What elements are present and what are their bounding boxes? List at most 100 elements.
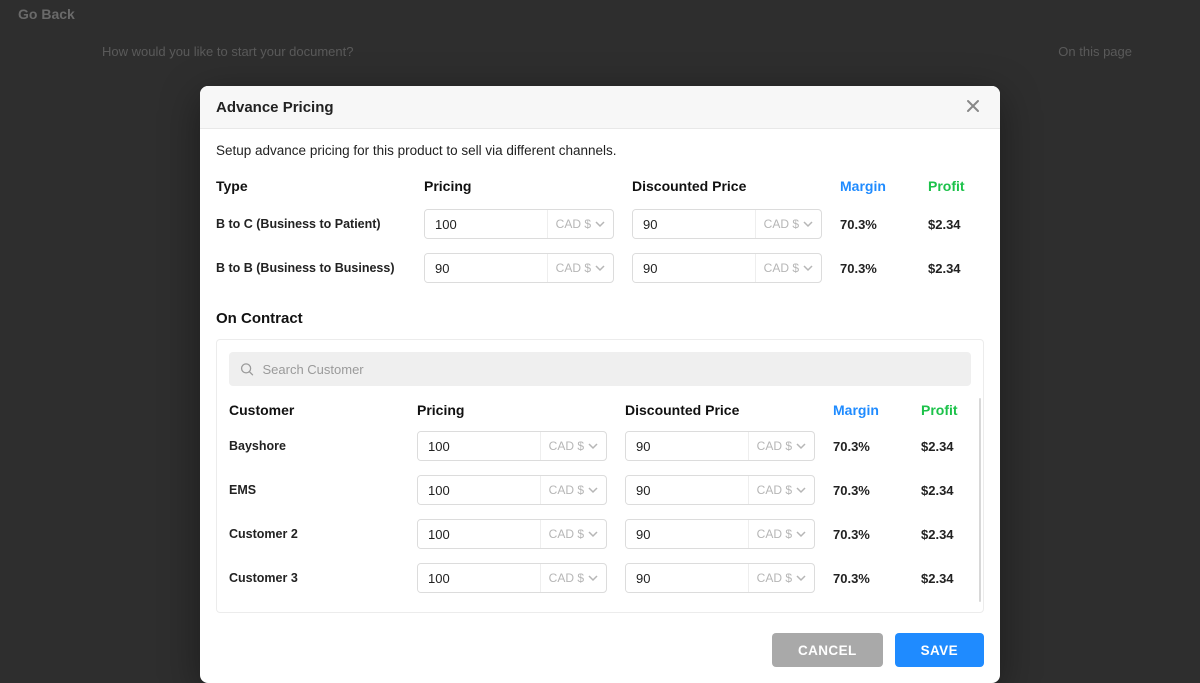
customer-label: Customer 3 [229, 564, 399, 592]
currency-select[interactable]: CAD $ [540, 520, 606, 548]
chevron-down-icon [588, 441, 598, 451]
margin-value: 70.3% [840, 210, 910, 239]
customer-search[interactable] [229, 352, 971, 386]
col-discounted: Discounted Price [632, 178, 822, 202]
currency-label: CAD $ [556, 261, 591, 275]
modal-title: Advance Pricing [216, 99, 334, 116]
currency-select[interactable]: CAD $ [540, 564, 606, 592]
customer-label: Bayshore [229, 432, 399, 460]
scrollbar[interactable] [979, 398, 981, 602]
currency-label: CAD $ [757, 483, 792, 497]
currency-label: CAD $ [764, 261, 799, 275]
customer-label: EMS [229, 476, 399, 504]
chevron-down-icon [796, 441, 806, 451]
contract-panel: Customer Pricing Discounted Price Margin… [216, 339, 984, 613]
type-label: B to C (Business to Patient) [216, 210, 406, 238]
pricing-field[interactable] [418, 476, 540, 504]
currency-label: CAD $ [549, 439, 584, 453]
search-icon [239, 361, 254, 377]
pricing-input[interactable]: CAD $ [417, 519, 607, 549]
go-back-ghost: Go Back [18, 6, 75, 22]
modal-footer: CANCEL SAVE [200, 621, 1000, 683]
currency-select[interactable]: CAD $ [755, 210, 821, 238]
col-type: Type [216, 178, 406, 202]
modal-header: Advance Pricing [200, 86, 1000, 129]
margin-value: 70.3% [833, 520, 903, 549]
modal-subtitle: Setup advance pricing for this product t… [216, 143, 984, 158]
discounted-input[interactable]: CAD $ [625, 475, 815, 505]
currency-select[interactable]: CAD $ [748, 520, 814, 548]
pricing-field[interactable] [425, 210, 547, 238]
discounted-field[interactable] [626, 432, 748, 460]
on-contract-title: On Contract [216, 310, 984, 327]
discounted-input[interactable]: CAD $ [625, 431, 815, 461]
currency-select[interactable]: CAD $ [540, 476, 606, 504]
margin-value: 70.3% [833, 476, 903, 505]
chevron-down-icon [595, 219, 605, 229]
pricing-field[interactable] [418, 432, 540, 460]
save-button[interactable]: SAVE [895, 633, 984, 667]
discounted-field[interactable] [633, 210, 755, 238]
customer-search-input[interactable] [262, 362, 961, 377]
discounted-field[interactable] [633, 254, 755, 282]
chevron-down-icon [588, 485, 598, 495]
currency-label: CAD $ [549, 571, 584, 585]
pricing-field[interactable] [418, 520, 540, 548]
contract-grid: Customer Pricing Discounted Price Margin… [229, 402, 971, 600]
pricing-field[interactable] [418, 564, 540, 592]
currency-select[interactable]: CAD $ [547, 254, 613, 282]
currency-label: CAD $ [757, 439, 792, 453]
discounted-field[interactable] [626, 476, 748, 504]
discounted-input-b2b[interactable]: CAD $ [632, 253, 822, 283]
pricing-input-b2c[interactable]: CAD $ [424, 209, 614, 239]
modal-body: Setup advance pricing for this product t… [200, 129, 1000, 621]
currency-select[interactable]: CAD $ [748, 432, 814, 460]
currency-select[interactable]: CAD $ [755, 254, 821, 282]
discounted-input[interactable]: CAD $ [625, 563, 815, 593]
currency-select[interactable]: CAD $ [547, 210, 613, 238]
chevron-down-icon [796, 573, 806, 583]
chevron-down-icon [588, 529, 598, 539]
currency-label: CAD $ [556, 217, 591, 231]
currency-label: CAD $ [549, 527, 584, 541]
chevron-down-icon [803, 263, 813, 273]
channel-pricing-grid: Type Pricing Discounted Price Margin Pro… [216, 178, 984, 290]
pricing-field[interactable] [425, 254, 547, 282]
customer-label: Customer 2 [229, 520, 399, 548]
currency-label: CAD $ [757, 571, 792, 585]
advance-pricing-modal: Advance Pricing Setup advance pricing fo… [200, 86, 1000, 683]
close-icon[interactable] [962, 96, 984, 118]
col-pricing: Pricing [424, 178, 614, 202]
col-margin: Margin [833, 402, 903, 424]
profit-value: $2.34 [928, 210, 998, 239]
discounted-field[interactable] [626, 520, 748, 548]
discounted-input-b2c[interactable]: CAD $ [632, 209, 822, 239]
currency-select[interactable]: CAD $ [748, 476, 814, 504]
currency-label: CAD $ [549, 483, 584, 497]
margin-value: 70.3% [833, 564, 903, 593]
currency-label: CAD $ [764, 217, 799, 231]
margin-value: 70.3% [833, 432, 903, 461]
col-margin: Margin [840, 178, 910, 202]
pricing-input[interactable]: CAD $ [417, 431, 607, 461]
type-label: B to B (Business to Business) [216, 254, 406, 282]
cancel-button[interactable]: CANCEL [772, 633, 883, 667]
pricing-input[interactable]: CAD $ [417, 475, 607, 505]
col-discounted: Discounted Price [625, 402, 815, 424]
doc-prompt-ghost: How would you like to start your documen… [102, 44, 353, 59]
margin-value: 70.3% [840, 254, 910, 283]
discounted-input[interactable]: CAD $ [625, 519, 815, 549]
chevron-down-icon [595, 263, 605, 273]
profit-value: $2.34 [928, 254, 998, 283]
on-this-page-ghost: On this page [1058, 44, 1132, 59]
currency-select[interactable]: CAD $ [748, 564, 814, 592]
discounted-field[interactable] [626, 564, 748, 592]
chevron-down-icon [796, 529, 806, 539]
chevron-down-icon [796, 485, 806, 495]
pricing-input[interactable]: CAD $ [417, 563, 607, 593]
pricing-input-b2b[interactable]: CAD $ [424, 253, 614, 283]
currency-select[interactable]: CAD $ [540, 432, 606, 460]
chevron-down-icon [803, 219, 813, 229]
currency-label: CAD $ [757, 527, 792, 541]
col-customer: Customer [229, 402, 399, 424]
